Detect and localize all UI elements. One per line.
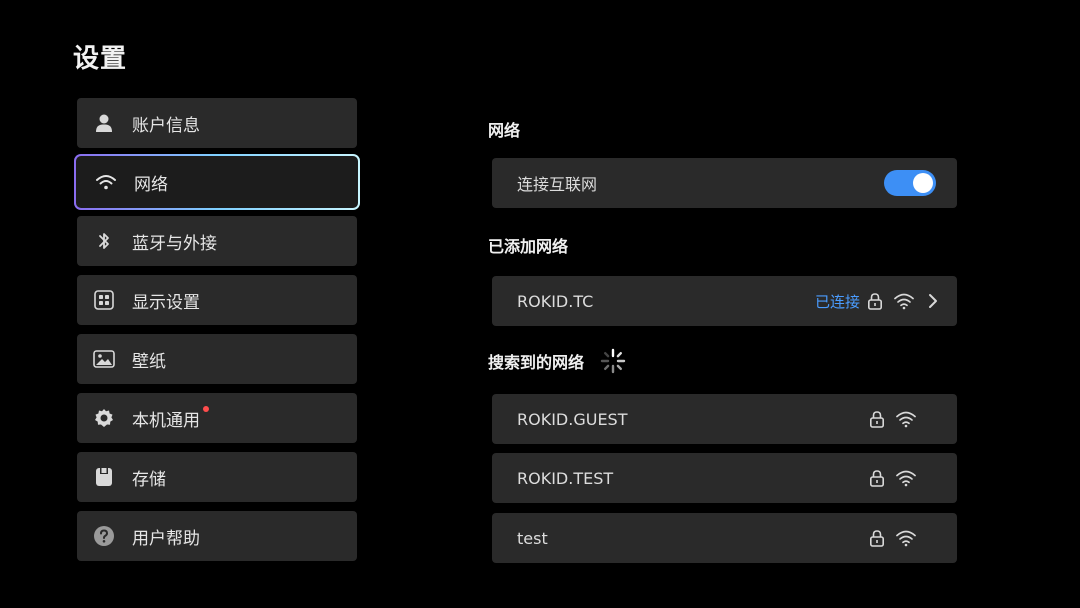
storage-icon — [93, 466, 115, 488]
network-icons — [868, 410, 917, 428]
help-icon — [93, 525, 115, 547]
sidebar-item-label: 壁纸 — [132, 351, 166, 372]
network-name: test — [517, 528, 548, 548]
sidebar-item-help[interactable]: 用户帮助 — [77, 511, 357, 561]
connect-internet-label: 连接互联网 — [517, 175, 598, 194]
display-grid-icon — [93, 289, 115, 311]
notification-dot — [203, 405, 209, 412]
loading-spinner-icon — [599, 347, 627, 375]
wifi-signal-icon — [895, 410, 917, 428]
sidebar-item-display[interactable]: 显示设置 — [77, 275, 357, 325]
lock-icon — [868, 529, 886, 547]
sidebar-item-label: 网络 — [134, 174, 168, 195]
lock-icon — [868, 410, 886, 428]
sidebar-item-label: 显示设置 — [132, 292, 200, 313]
user-icon — [93, 112, 115, 134]
wifi-signal-icon — [893, 292, 915, 310]
sidebar-item-label-text: 本机通用 — [132, 410, 200, 431]
sidebar-item-general[interactable]: 本机通用 — [77, 393, 357, 443]
sidebar-item-label: 用户帮助 — [132, 528, 200, 549]
sidebar-item-label: 蓝牙与外接 — [132, 233, 217, 254]
network-icons — [868, 529, 917, 547]
network-name: ROKID.GUEST — [517, 409, 628, 429]
found-networks-title: 搜索到的网络 — [488, 347, 627, 375]
network-item-test[interactable]: test — [492, 513, 957, 563]
sidebar-item-account[interactable]: 账户信息 — [77, 98, 357, 148]
sidebar-item-bluetooth[interactable]: 蓝牙与外接 — [77, 216, 357, 266]
sidebar-item-label: 存储 — [132, 469, 166, 490]
connect-internet-toggle[interactable] — [884, 170, 936, 196]
bluetooth-icon — [93, 230, 115, 252]
image-icon — [93, 348, 115, 370]
network-item-rokid-tc[interactable]: ROKID.TC 已连接 — [492, 276, 957, 326]
added-networks-title: 已添加网络 — [488, 237, 569, 256]
network-icons — [868, 469, 917, 487]
found-networks-title-text: 搜索到的网络 — [488, 353, 585, 372]
page-title: 设置 — [73, 44, 128, 74]
sidebar: 账户信息 网络 蓝牙与外接 显示设置 壁纸 本机通用 存储 用户帮助 — [74, 98, 360, 570]
sidebar-item-storage[interactable]: 存储 — [77, 452, 357, 502]
toggle-knob — [913, 173, 933, 193]
lock-icon — [868, 469, 886, 487]
sidebar-item-network[interactable]: 网络 — [74, 154, 360, 210]
network-name: ROKID.TEST — [517, 468, 614, 488]
network-section-title: 网络 — [488, 121, 521, 140]
wifi-signal-icon — [895, 529, 917, 547]
network-item-rokid-test[interactable]: ROKID.TEST — [492, 453, 957, 503]
network-status: 已连接 — [814, 292, 860, 311]
wifi-signal-icon — [895, 469, 917, 487]
wifi-icon — [95, 171, 117, 193]
gear-icon — [93, 407, 115, 429]
chevron-right-icon[interactable] — [927, 292, 939, 310]
network-icons — [866, 292, 939, 310]
lock-icon — [866, 292, 884, 310]
network-item-rokid-guest[interactable]: ROKID.GUEST — [492, 394, 957, 444]
sidebar-item-label: 账户信息 — [132, 115, 200, 136]
sidebar-item-wallpaper[interactable]: 壁纸 — [77, 334, 357, 384]
connect-internet-row[interactable]: 连接互联网 — [492, 158, 957, 208]
sidebar-item-label: 本机通用 — [132, 405, 209, 431]
network-name: ROKID.TC — [517, 291, 594, 311]
